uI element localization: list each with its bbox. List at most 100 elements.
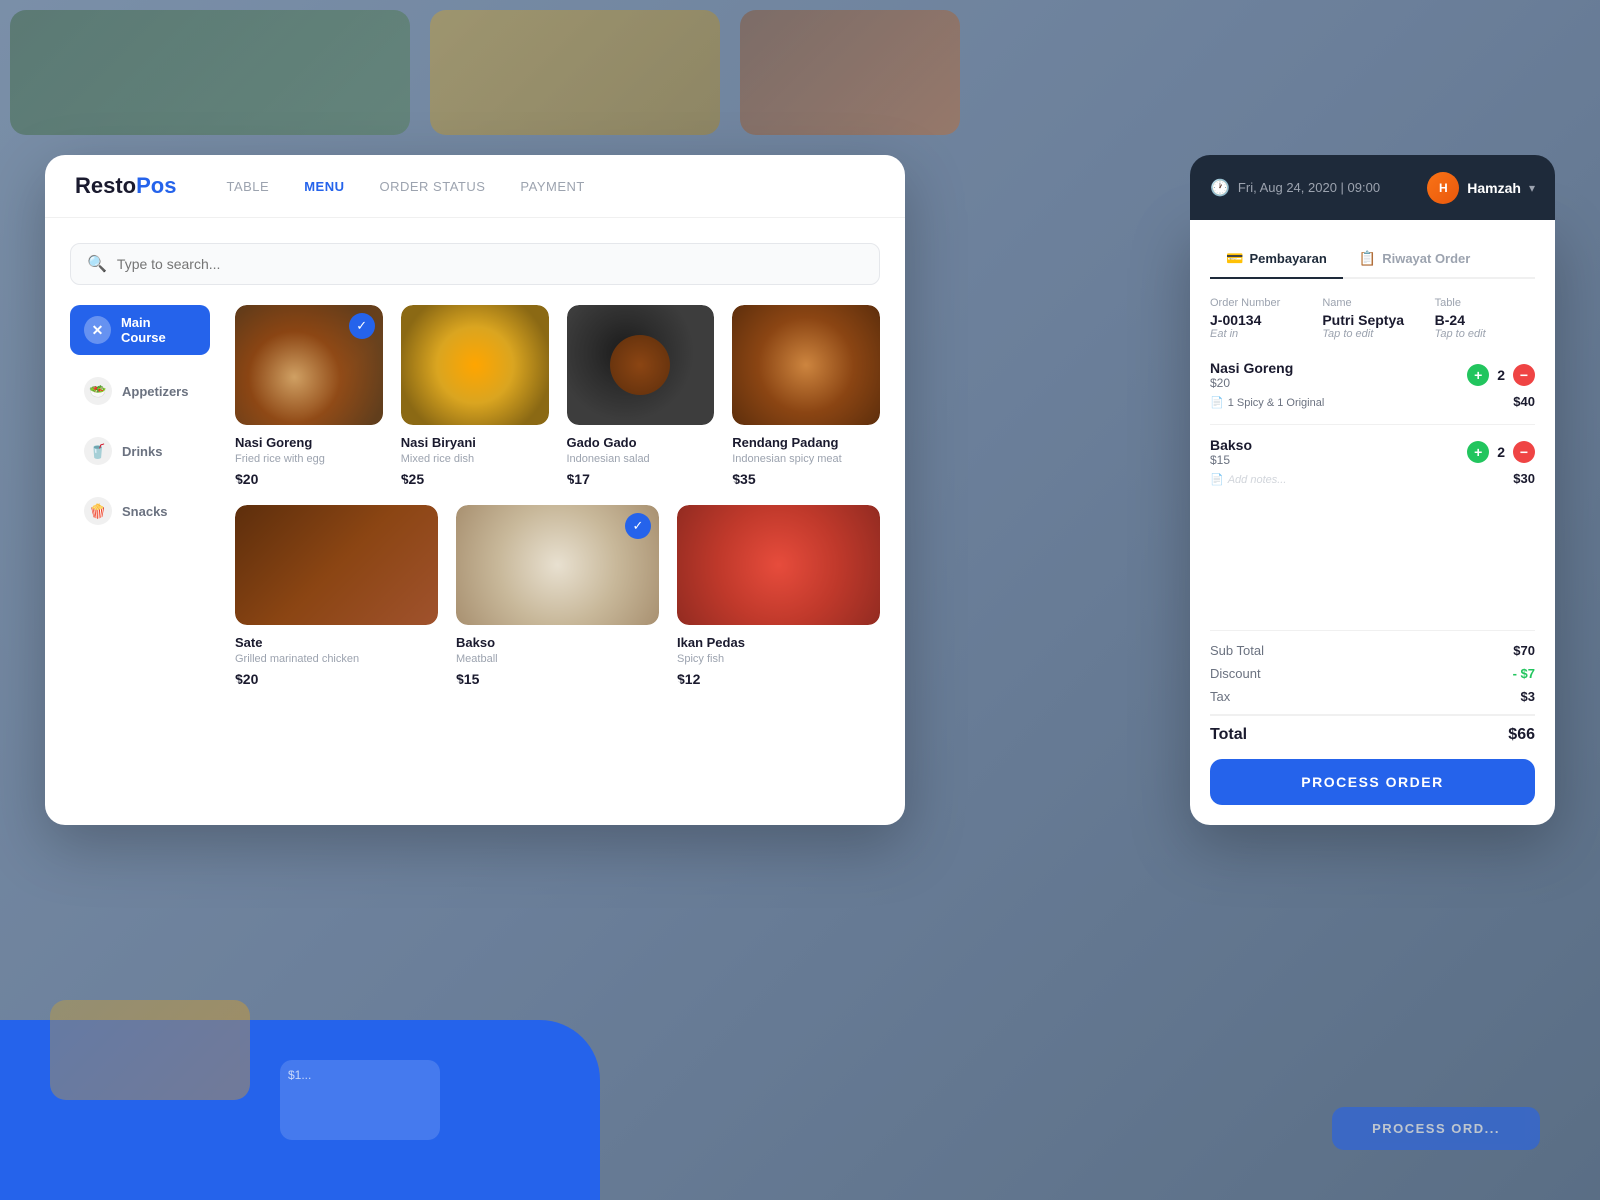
menu-item-gado-gado[interactable]: Gado Gado Indonesian salad $17 [567, 305, 715, 487]
bakso-desc: Meatball [456, 653, 659, 665]
order-item-header-nasi-goreng: Nasi Goreng $20 + 2 − [1210, 360, 1535, 390]
bakso-price: $15 [456, 671, 659, 687]
app-logo: RestoPos [75, 173, 176, 199]
order-number-label: Order Number [1210, 297, 1310, 309]
bakso-note-row: 📄 Add notes... $30 [1210, 471, 1535, 486]
riwayat-label: Riwayat Order [1382, 251, 1470, 266]
tab-riwayat-order[interactable]: 📋 Riwayat Order [1343, 240, 1487, 279]
order-tabs: 💳 Pembayaran 📋 Riwayat Order [1210, 240, 1535, 279]
sate-name: Sate [235, 635, 438, 650]
bakso-qty-minus[interactable]: − [1513, 441, 1535, 463]
search-input[interactable] [117, 256, 863, 272]
riwayat-icon: 📋 [1359, 250, 1376, 267]
datetime-display: 🕐 Fri, Aug 24, 2020 | 09:00 [1210, 178, 1380, 198]
ikan-pedas-price: $12 [677, 671, 880, 687]
bakso-img-bg: ✓ [456, 505, 659, 625]
order-item-name-nasi-goreng: Nasi Goreng $20 [1210, 360, 1293, 390]
category-drinks[interactable]: 🥤 Drinks [70, 427, 210, 475]
nasi-goreng-qty-minus[interactable]: − [1513, 364, 1535, 386]
order-type: Eat in [1210, 328, 1310, 340]
total-label: Total [1210, 726, 1247, 744]
gado-gado-img-bg [567, 305, 715, 425]
main-course-icon: ✕ [84, 316, 111, 344]
app-navigation: RestoPos TABLE MENU ORDER STATUS PAYMENT [45, 155, 905, 218]
ikan-pedas-image [677, 505, 880, 625]
bakso-image: ✓ [456, 505, 659, 625]
bakso-selected-badge: ✓ [625, 513, 651, 539]
nasi-goreng-image: ✓ [235, 305, 383, 425]
nav-payment[interactable]: PAYMENT [520, 179, 584, 194]
search-icon: 🔍 [87, 254, 107, 274]
nav-order-status[interactable]: ORDER STATUS [379, 179, 485, 194]
order-items-list: Nasi Goreng $20 + 2 − 📄 1 Spicy & 1 Orig… [1210, 360, 1535, 598]
bg-text-1: $1... [280, 1060, 440, 1140]
left-content: 🔍 ✕ Main Course 🥗 Appetizers [45, 218, 905, 825]
discount-label: Discount [1210, 666, 1261, 681]
main-panel: RestoPos TABLE MENU ORDER STATUS PAYMENT… [45, 155, 905, 825]
nasi-goreng-img-bg: ✓ [235, 305, 383, 425]
ikan-img-bg [677, 505, 880, 625]
table-edit-hint: Tap to edit [1435, 328, 1535, 340]
tax-row: Tax $3 [1210, 689, 1535, 704]
menu-row-2: Sate Grilled marinated chicken $20 ✓ [235, 505, 880, 687]
datetime-text: Fri, Aug 24, 2020 | 09:00 [1238, 180, 1380, 195]
clock-icon: 🕐 [1210, 178, 1230, 198]
nasi-biryani-image [401, 305, 549, 425]
sate-desc: Grilled marinated chicken [235, 653, 438, 665]
category-appetizers[interactable]: 🥗 Appetizers [70, 367, 210, 415]
tax-value: $3 [1521, 689, 1535, 704]
name-edit-hint: Tap to edit [1322, 328, 1422, 340]
rendang-img-bg [732, 305, 880, 425]
total-row: Total $66 [1210, 714, 1535, 744]
menu-item-nasi-biryani[interactable]: Nasi Biryani Mixed rice dish $25 [401, 305, 549, 487]
logo-part1: Resto [75, 173, 136, 198]
nasi-biryani-desc: Mixed rice dish [401, 453, 549, 465]
menu-item-bakso[interactable]: ✓ Bakso Meatball $15 [456, 505, 659, 687]
rendang-padang-desc: Indonesian spicy meat [732, 453, 880, 465]
nav-menu[interactable]: MENU [304, 179, 344, 194]
bg-label: $1... [280, 1060, 440, 1090]
order-meta: Order Number J-00134 Eat in Name Putri S… [1210, 297, 1535, 340]
nasi-goreng-desc: Fried rice with egg [235, 453, 383, 465]
bakso-note-text: Add notes... [1228, 474, 1287, 486]
process-order-button[interactable]: PROCESS ORDER [1210, 759, 1535, 805]
tab-pembayaran[interactable]: 💳 Pembayaran [1210, 240, 1343, 279]
discount-value: - $7 [1513, 666, 1535, 681]
pembayaran-icon: 💳 [1226, 250, 1243, 267]
menu-item-ikan-pedas[interactable]: Ikan Pedas Spicy fish $12 [677, 505, 880, 687]
nav-table[interactable]: TABLE [226, 179, 269, 194]
nasi-goreng-qty-plus[interactable]: + [1467, 364, 1489, 386]
drinks-label: Drinks [122, 444, 162, 459]
order-item-name-bakso: Bakso $15 [1210, 437, 1252, 467]
note-icon-bakso: 📄 [1210, 473, 1224, 486]
bakso-qty-num: 2 [1497, 444, 1505, 460]
nasi-goreng-selected-badge: ✓ [349, 313, 375, 339]
bg-image-1 [10, 10, 410, 135]
search-bar: 🔍 [70, 243, 880, 285]
table-field[interactable]: Table B-24 Tap to edit [1435, 297, 1535, 340]
subtotal-value: $70 [1513, 643, 1535, 658]
gado-gado-price: $17 [567, 471, 715, 487]
nasi-goreng-subtotal: $40 [1513, 394, 1535, 409]
menu-row-1: ✓ Nasi Goreng Fried rice with egg $20 [235, 305, 880, 487]
nasi-goreng-qty-control: + 2 − [1467, 364, 1535, 386]
nasi-goreng-qty-num: 2 [1497, 367, 1505, 383]
customer-name-field[interactable]: Name Putri Septya Tap to edit [1322, 297, 1422, 340]
sate-image [235, 505, 438, 625]
nasi-goreng-note-row: 📄 1 Spicy & 1 Original $40 [1210, 394, 1535, 409]
user-info: H Hamzah ▾ [1427, 172, 1535, 204]
category-snacks[interactable]: 🍿 Snacks [70, 487, 210, 535]
snacks-label: Snacks [122, 504, 168, 519]
menu-item-rendang-padang[interactable]: Rendang Padang Indonesian spicy meat $35 [732, 305, 880, 487]
discount-row: Discount - $7 [1210, 666, 1535, 681]
summary-top-divider [1210, 630, 1535, 631]
sate-img-bg [235, 505, 438, 625]
subtotal-label: Sub Total [1210, 643, 1264, 658]
category-main-course[interactable]: ✕ Main Course [70, 305, 210, 355]
menu-item-sate[interactable]: Sate Grilled marinated chicken $20 [235, 505, 438, 687]
bakso-qty-plus[interactable]: + [1467, 441, 1489, 463]
pembayaran-label: Pembayaran [1249, 251, 1326, 266]
appetizers-icon: 🥗 [84, 377, 112, 405]
menu-item-nasi-goreng[interactable]: ✓ Nasi Goreng Fried rice with egg $20 [235, 305, 383, 487]
order-item-bakso: Bakso $15 + 2 − 📄 Add notes... $30 [1210, 437, 1535, 486]
